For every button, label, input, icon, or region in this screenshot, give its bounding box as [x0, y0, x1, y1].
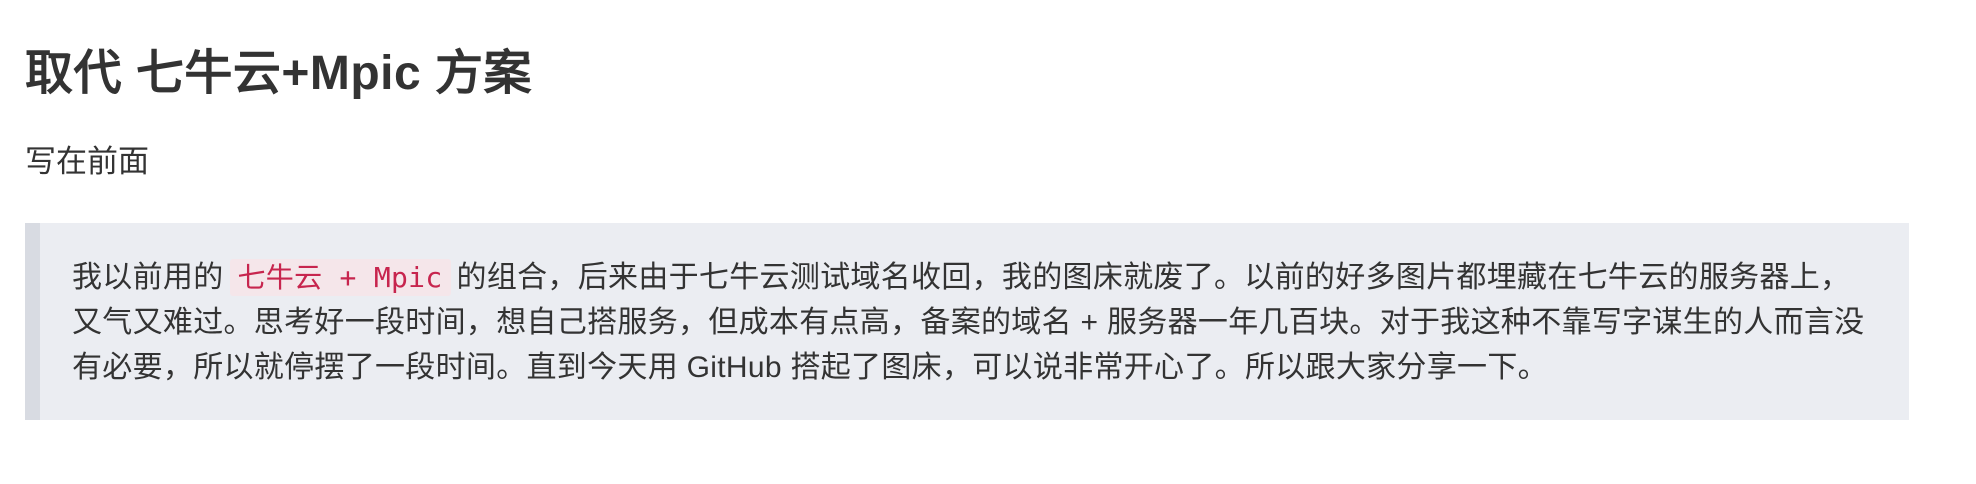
blockquote-paragraph: 我以前用的 七牛云 + Mpic 的组合，后来由于七牛云测试域名收回，我的图床就废了…	[72, 255, 1879, 390]
intro-blockquote: 我以前用的 七牛云 + Mpic 的组合，后来由于七牛云测试域名收回，我的图床就废了…	[25, 223, 1909, 420]
section-subtitle: 写在前面	[25, 144, 149, 179]
article-title: 取代 七牛云+Mpic 方案	[25, 47, 533, 100]
inline-code: 七牛云 + Mpic	[229, 259, 451, 296]
quote-text-before: 我以前用的	[72, 261, 224, 294]
article: 取代 七牛云+Mpic 方案 写在前面 我以前用的 七牛云 + Mpic 的组合，后…	[0, 0, 1976, 420]
